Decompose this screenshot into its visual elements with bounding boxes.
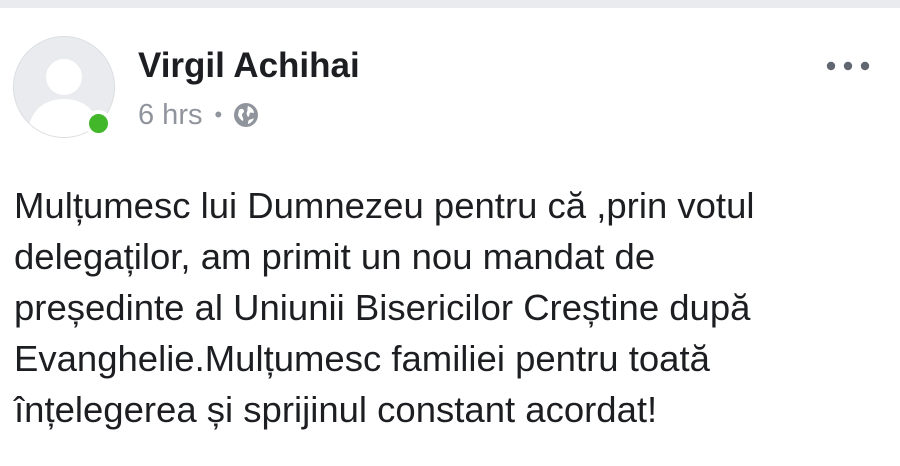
meta-separator: • <box>214 102 223 127</box>
feed-divider <box>0 0 900 8</box>
author-name[interactable]: Virgil Achihai <box>138 46 360 86</box>
post-body-text: Mulțumesc lui Dumnezeu pentru că ,prin v… <box>14 185 755 430</box>
more-options-icon <box>826 61 870 71</box>
post-timestamp[interactable]: 6 hrs <box>138 99 202 132</box>
online-status-indicator <box>85 110 112 137</box>
post-meta: 6 hrs • <box>138 96 260 134</box>
globe-icon[interactable] <box>232 101 260 129</box>
more-options-button[interactable] <box>820 52 876 80</box>
post-card: Virgil Achihai 6 hrs • Mulțumesc lui Dum… <box>0 8 900 466</box>
